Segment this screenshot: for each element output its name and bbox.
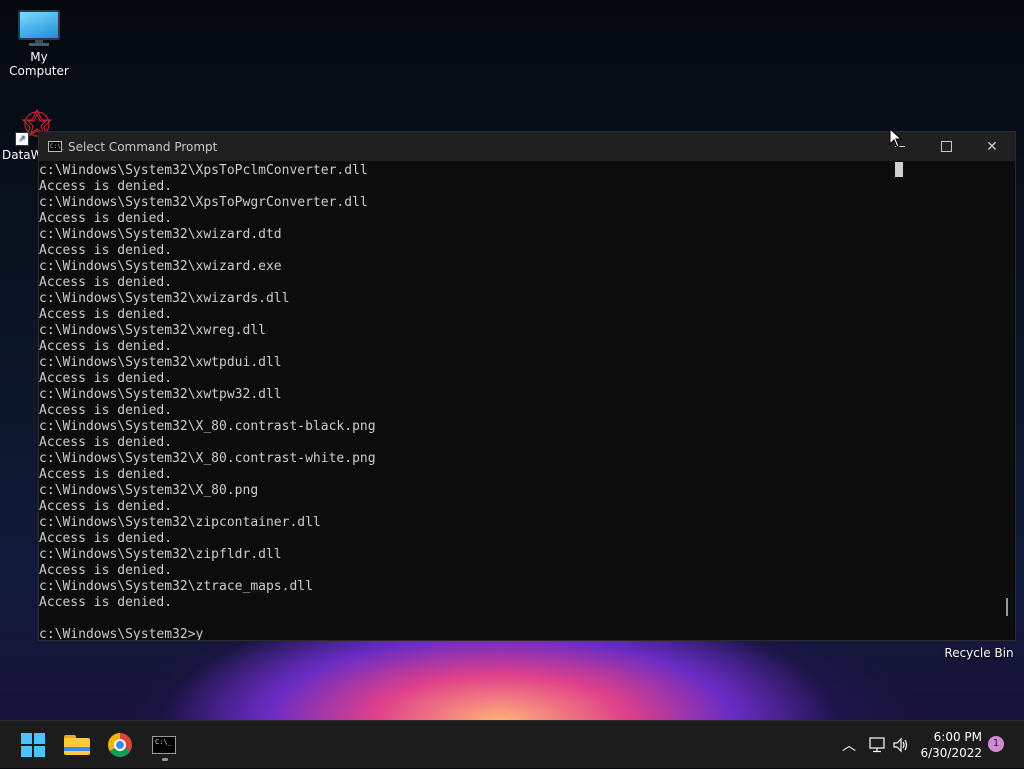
console-line: c:\Windows\System32\X_80.contrast-black.… [39, 419, 376, 434]
console-line: Access is denied. [39, 339, 173, 354]
network-icon [869, 737, 885, 753]
speaker-icon [893, 737, 908, 753]
scrollbar-thumb[interactable] [1006, 598, 1008, 616]
desktop-icon-label: My Computer [9, 50, 69, 78]
network-button[interactable] [868, 721, 888, 769]
clock-time: 6:00 PM [933, 730, 982, 744]
console-line: Access is denied. [39, 275, 173, 290]
console-line: c:\Windows\System32\zipcontainer.dll [39, 515, 321, 530]
maximize-icon [940, 141, 952, 152]
console-line: Access is denied. [39, 563, 173, 578]
notification-badge[interactable]: 1 [988, 736, 1004, 752]
command-prompt-taskbar-button[interactable]: C:\_ [148, 729, 180, 761]
console-line: Access is denied. [39, 307, 173, 322]
console-line: c:\Windows\System32\zipfldr.dll [39, 547, 282, 562]
console-line: Access is denied. [39, 211, 173, 226]
console-line: Access is denied. [39, 371, 173, 386]
scrollbar[interactable] [997, 161, 1015, 640]
console-line: Access is denied. [39, 499, 173, 514]
computer-icon [18, 10, 60, 46]
window-title: Select Command Prompt [68, 139, 218, 154]
title-bar[interactable]: C:\_ Select Command Prompt ✕ [39, 132, 1015, 161]
chrome-icon [108, 733, 132, 757]
chrome-button[interactable] [104, 729, 136, 761]
console-line: c:\Windows\System32>y [39, 627, 204, 640]
active-app-indicator [162, 758, 168, 761]
console-line: c:\Windows\System32\xwizards.dll [39, 291, 290, 306]
console-line: Access is denied. [39, 595, 173, 610]
folder-icon [64, 735, 90, 755]
desktop-icon-my-computer[interactable]: My Computer [0, 10, 78, 78]
maximize-button[interactable] [923, 132, 969, 161]
console-line: Access is denied. [39, 243, 173, 258]
show-hidden-icons-button[interactable]: ︿ [842, 721, 858, 769]
console-line: c:\Windows\System32\XpsToPwgrConverter.d… [39, 195, 368, 210]
console-line: c:\Windows\System32\X_80.contrast-white.… [39, 451, 376, 466]
console-output[interactable]: c:\Windows\System32\XpsToPclmConverter.d… [39, 161, 997, 640]
cmd-icon: C:\_ [152, 736, 176, 754]
file-explorer-button[interactable] [61, 729, 93, 761]
console-line: Access is denied. [39, 467, 173, 482]
command-prompt-window[interactable]: C:\_ Select Command Prompt ✕ c:\Windows\… [38, 131, 1016, 641]
console-line: Access is denied. [39, 403, 173, 418]
recycle-bin-label[interactable]: Recycle Bin [940, 646, 1018, 660]
console-line: c:\Windows\System32\X_80.png [39, 483, 259, 498]
taskbar: C:\_ ︿ 6:00 PM 6/30/2022 1 [0, 720, 1024, 768]
text-cursor [895, 162, 903, 177]
console-line: c:\Windows\System32\xwreg.dll [39, 323, 266, 338]
console-line: c:\Windows\System32\xwizard.exe [39, 259, 282, 274]
console-line: Access is denied. [39, 435, 173, 450]
windows-logo-icon [21, 733, 45, 757]
chevron-up-icon: ︿ [842, 738, 856, 754]
cmd-icon: C:\_ [48, 141, 65, 152]
start-button[interactable] [17, 729, 49, 761]
close-icon: ✕ [986, 138, 998, 155]
console-line: Access is denied. [39, 531, 173, 546]
close-button[interactable]: ✕ [969, 132, 1015, 161]
clock[interactable]: 6:00 PM 6/30/2022 [916, 729, 982, 761]
clock-date: 6/30/2022 [920, 746, 982, 760]
console-line: Access is denied. [39, 179, 173, 194]
console-line: c:\Windows\System32\xwtpdui.dll [39, 355, 282, 370]
console-line: c:\Windows\System32\ztrace_maps.dll [39, 579, 313, 594]
shortcut-arrow-icon: ↗ [15, 132, 29, 146]
console-line: c:\Windows\System32\xwtpw32.dll [39, 387, 282, 402]
volume-button[interactable] [892, 721, 912, 769]
console-line: c:\Windows\System32\xwizard.dtd [39, 227, 282, 242]
console-line: c:\Windows\System32\XpsToPclmConverter.d… [39, 163, 368, 178]
